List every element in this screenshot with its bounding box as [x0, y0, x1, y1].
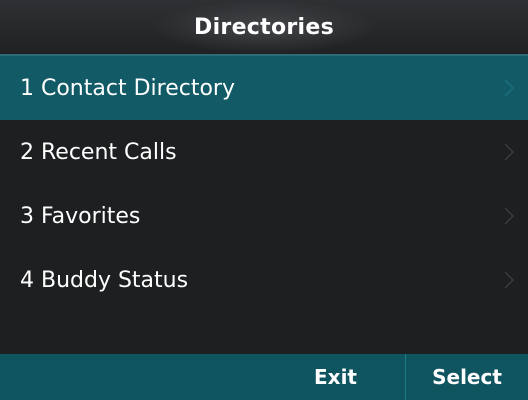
menu-item-label: 3 Favorites: [20, 203, 141, 229]
menu-item-favorites[interactable]: 3 Favorites: [0, 184, 528, 248]
chevron-right-icon: [504, 184, 514, 248]
page-title: Directories: [194, 14, 334, 40]
softkey-bar: Exit Select: [0, 354, 528, 400]
exit-button[interactable]: Exit: [266, 354, 406, 400]
menu-item-contact-directory[interactable]: 1 Contact Directory: [0, 56, 528, 120]
title-bar: Directories: [0, 0, 528, 56]
menu-item-recent-calls[interactable]: 2 Recent Calls: [0, 120, 528, 184]
phone-screen: Directories 1 Contact Directory 2 Recent…: [0, 0, 528, 400]
menu-item-label: 1 Contact Directory: [20, 75, 235, 101]
softkey-1[interactable]: [0, 354, 140, 400]
chevron-right-icon: [504, 56, 514, 120]
menu-item-label: 2 Recent Calls: [20, 139, 177, 165]
menu-item-label: 4 Buddy Status: [20, 267, 189, 293]
chevron-right-icon: [504, 248, 514, 312]
softkey-2[interactable]: [140, 354, 266, 400]
menu-item-buddy-status[interactable]: 4 Buddy Status: [0, 248, 528, 312]
chevron-right-icon: [504, 120, 514, 184]
select-button[interactable]: Select: [406, 354, 528, 400]
directory-menu: 1 Contact Directory 2 Recent Calls 3 Fav…: [0, 56, 528, 312]
